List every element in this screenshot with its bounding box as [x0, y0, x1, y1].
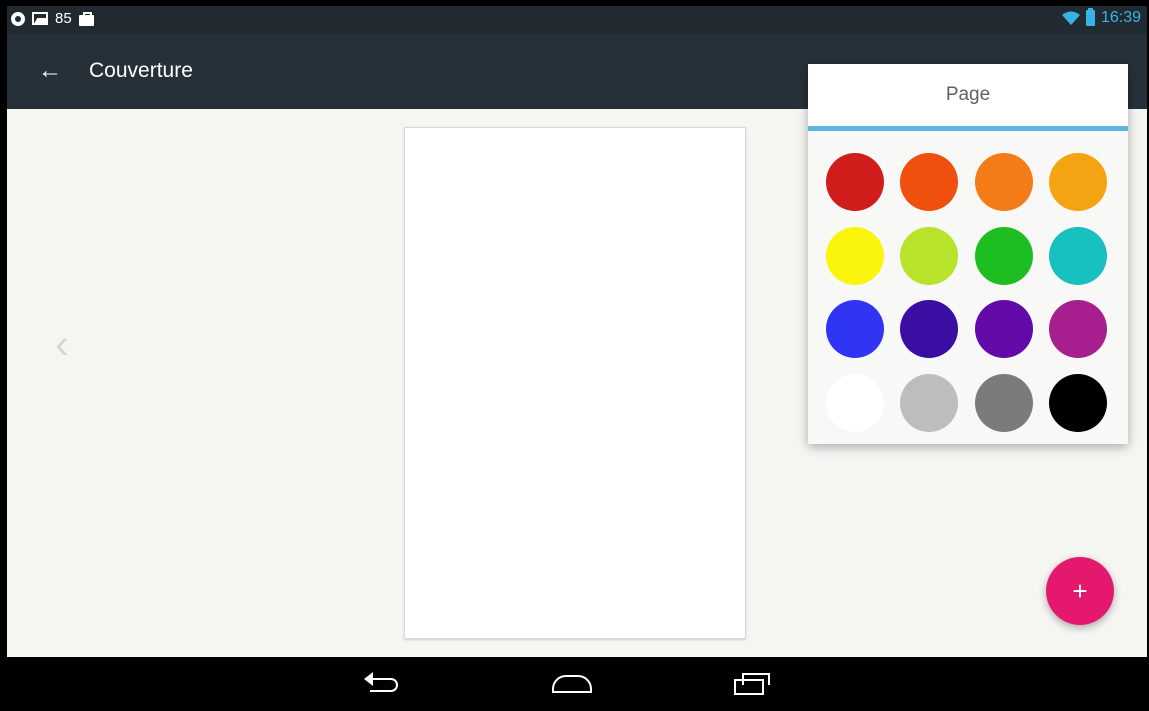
battery-icon [1085, 8, 1095, 26]
color-swatch[interactable] [826, 153, 884, 211]
bag-icon [78, 11, 94, 26]
color-swatch[interactable] [900, 227, 958, 285]
color-swatch[interactable] [1049, 300, 1107, 358]
color-swatch[interactable] [826, 300, 884, 358]
color-swatch[interactable] [1049, 227, 1107, 285]
color-swatch[interactable] [975, 153, 1033, 211]
page-canvas[interactable] [404, 127, 746, 639]
color-swatch[interactable] [975, 374, 1033, 432]
notification-count: 85 [55, 10, 72, 27]
color-swatch[interactable] [900, 153, 958, 211]
color-swatch[interactable] [826, 374, 884, 432]
color-swatch[interactable] [1049, 153, 1107, 211]
status-left: 85 [11, 10, 94, 27]
home-shape [552, 675, 592, 693]
device-screen: 85 16:39 ← Couverture ‹ + Page [7, 6, 1147, 711]
home-icon[interactable] [552, 669, 592, 699]
chevron-left-icon[interactable]: ‹ [7, 289, 117, 399]
add-button[interactable]: + [1046, 557, 1114, 625]
photo-icon [32, 12, 48, 25]
system-nav-bar [7, 657, 1147, 711]
color-swatch[interactable] [1049, 374, 1107, 432]
color-swatch[interactable] [975, 227, 1033, 285]
circle-app-icon [11, 11, 25, 26]
color-swatch[interactable] [900, 374, 958, 432]
status-bar: 85 16:39 [7, 6, 1147, 34]
color-swatch-grid [808, 131, 1128, 444]
back-arrowhead [364, 672, 373, 686]
color-swatch[interactable] [975, 300, 1033, 358]
arrow-left-icon[interactable]: ← [35, 56, 65, 86]
color-swatch[interactable] [826, 227, 884, 285]
popup-tab-page[interactable]: Page [808, 64, 1128, 126]
recents-icon[interactable] [732, 669, 772, 699]
status-right: 16:39 [1061, 8, 1141, 27]
status-time: 16:39 [1100, 9, 1141, 26]
back-arc [370, 678, 398, 692]
recents-front [734, 679, 764, 695]
page-title: Couverture [89, 59, 193, 82]
wifi-icon [1061, 11, 1080, 25]
color-picker-popup: Page [808, 64, 1128, 444]
back-icon[interactable] [362, 669, 402, 699]
color-swatch[interactable] [900, 300, 958, 358]
